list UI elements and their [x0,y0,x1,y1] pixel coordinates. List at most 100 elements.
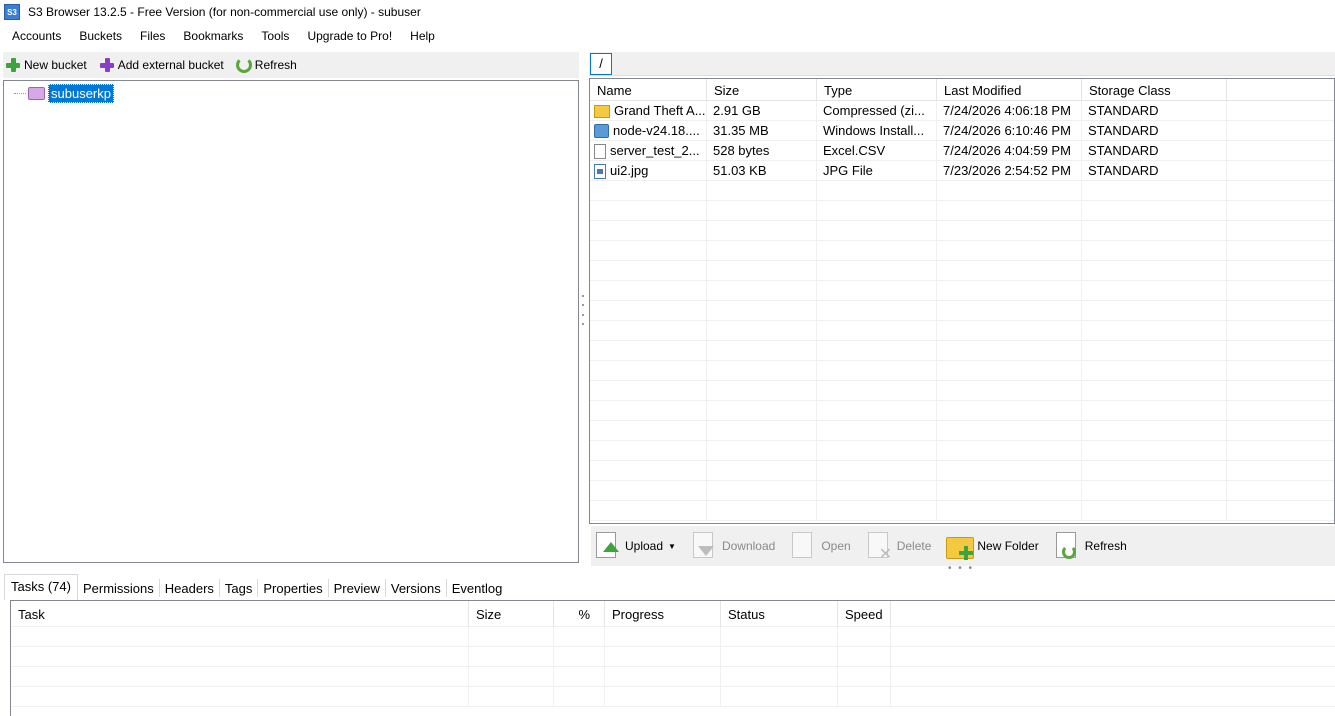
column-header-task-size[interactable]: Size [469,601,554,627]
column-header-progress[interactable]: Progress [605,601,721,627]
column-header-type[interactable]: Type [817,79,937,101]
table-row[interactable]: node-v24.18.... 31.35 MB Windows Install..… [590,121,1334,141]
column-header-task[interactable]: Task [11,601,469,627]
menu-help[interactable]: Help [402,25,443,47]
file-modified [937,421,1082,441]
path-root-button[interactable]: / [590,53,612,75]
table-row[interactable]: ui2.jpg 51.03 KB JPG File 7/23/2026 2:54:52… [590,161,1334,181]
refresh-buckets-button[interactable]: Refresh [234,54,299,76]
task-row [11,687,1335,707]
refresh-icon [235,57,252,73]
file-storage-class [1082,341,1227,361]
tab-preview[interactable]: Preview [329,576,385,600]
file-name-cell [590,401,707,421]
file-toolbar: Upload ▼ Download Open ✕ Delete New Fold… [591,526,1335,566]
table-row [590,301,1334,321]
file-list[interactable]: ^ Name Size Type Last Modified Storage C… [589,78,1335,524]
task-cell [838,647,891,667]
file-type [817,441,937,461]
file-name-cell [590,441,707,461]
task-cell [721,667,838,687]
file-storage-class: STANDARD [1082,121,1227,141]
open-icon [789,530,817,562]
table-row[interactable]: server_test_2... 528 bytes Excel.CSV 7/24/2… [590,141,1334,161]
refresh-label: Refresh [254,58,297,72]
horizontal-splitter[interactable]: • • • [948,564,974,574]
tab-headers[interactable]: Headers [160,576,219,600]
file-name-cell [590,381,707,401]
file-storage-class: STANDARD [1082,101,1227,121]
task-cell [721,687,838,707]
bucket-toolbar: New bucket Add external bucket Refresh [3,52,579,78]
table-row [590,341,1334,361]
column-header-status[interactable]: Status [721,601,838,627]
tree-item-bucket[interactable]: subuserkp [14,84,114,103]
file-size [707,441,817,461]
tab-properties[interactable]: Properties [258,576,327,600]
bucket-tree[interactable]: subuserkp [3,80,579,563]
file-name-cell: Grand Theft A... [590,101,707,121]
vertical-splitter[interactable] [581,295,585,325]
tab-versions[interactable]: Versions [386,576,446,600]
file-modified [937,301,1082,321]
file-type [817,261,937,281]
task-cell [605,687,721,707]
upload-button[interactable]: Upload ▼ [591,528,678,564]
menu-tools[interactable]: Tools [253,25,297,47]
table-row [590,261,1334,281]
table-row [590,201,1334,221]
download-button[interactable]: Download [688,528,777,564]
table-row [590,481,1334,501]
table-row [590,321,1334,341]
task-rows [11,627,1335,707]
task-cell [605,647,721,667]
file-type [817,481,937,501]
task-cell [838,687,891,707]
column-header-percent[interactable]: % [554,601,605,627]
tab-permissions[interactable]: Permissions [78,576,159,600]
column-header-last-modified[interactable]: Last Modified [937,79,1082,101]
menu-buckets[interactable]: Buckets [71,25,130,47]
table-row [590,361,1334,381]
file-storage-class [1082,301,1227,321]
file-size: 2.91 GB [707,101,817,121]
menu-bookmarks[interactable]: Bookmarks [175,25,251,47]
new-folder-button[interactable]: New Folder [943,528,1040,564]
file-type [817,361,937,381]
file-name: Grand Theft A... [614,103,706,118]
new-bucket-button[interactable]: New bucket [3,54,89,76]
file-storage-class [1082,281,1227,301]
refresh-files-button[interactable]: Refresh [1051,528,1129,564]
tasks-panel[interactable]: Task Size % Progress Status Speed [10,600,1335,716]
table-row[interactable]: Grand Theft A... 2.91 GB Compressed (zi...… [590,101,1334,121]
file-name-cell [590,361,707,381]
column-header-name[interactable]: ^ Name [590,79,707,101]
file-storage-class [1082,421,1227,441]
column-header-size[interactable]: Size [707,79,817,101]
column-header-storage-class[interactable]: Storage Class [1082,79,1227,101]
menu-files[interactable]: Files [132,25,173,47]
column-header-speed[interactable]: Speed [838,601,891,627]
file-name-cell [590,501,707,521]
tab-tasks[interactable]: Tasks (74) [4,574,78,600]
task-cell [11,647,469,667]
task-cell [469,627,554,647]
menu-accounts[interactable]: Accounts [4,25,69,47]
file-storage-class [1082,441,1227,461]
tab-tags[interactable]: Tags [220,576,257,600]
add-external-bucket-button[interactable]: Add external bucket [97,54,226,76]
file-type [817,301,937,321]
task-cell [838,667,891,687]
table-row [590,441,1334,461]
file-name-cell [590,461,707,481]
file-name-cell [590,241,707,261]
tab-eventlog[interactable]: Eventlog [447,576,508,600]
file-size [707,481,817,501]
file-name-cell [590,481,707,501]
delete-button[interactable]: ✕ Delete [863,528,934,564]
task-cell [469,647,554,667]
menu-bar: Accounts Buckets Files Bookmarks Tools U… [0,24,1335,48]
open-button[interactable]: Open [787,528,852,564]
menu-upgrade[interactable]: Upgrade to Pro! [299,25,400,47]
chevron-down-icon[interactable]: ▼ [668,542,676,551]
